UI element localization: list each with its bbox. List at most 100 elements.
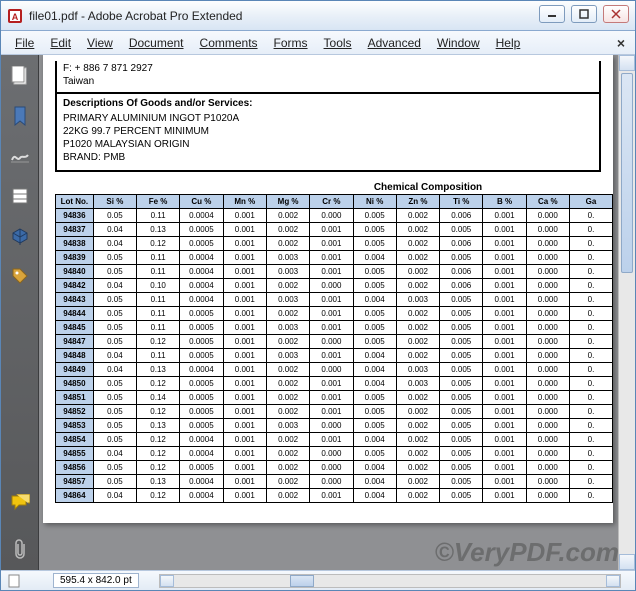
hscroll-right-arrow[interactable] [606, 575, 620, 587]
value-cell: 0.001 [310, 293, 353, 307]
table-row: 948400.050.110.00040.0010.0030.0010.0050… [56, 265, 613, 279]
value-cell: 0.002 [266, 475, 309, 489]
menu-view[interactable]: View [79, 34, 121, 52]
lot-cell: 94837 [56, 223, 94, 237]
vertical-scrollbar[interactable] [618, 55, 635, 570]
table-header: Fe % [136, 195, 179, 209]
value-cell: 0.002 [266, 447, 309, 461]
value-cell: 0.004 [353, 251, 396, 265]
menu-edit[interactable]: Edit [42, 34, 79, 52]
menu-tools[interactable]: Tools [316, 34, 360, 52]
value-cell: 0.001 [483, 405, 526, 419]
value-cell: 0. [569, 419, 612, 433]
value-cell: 0.0004 [180, 447, 223, 461]
attachment-icon[interactable] [9, 538, 31, 560]
menu-window[interactable]: Window [429, 34, 488, 52]
table-row: 948530.050.130.00050.0010.0030.0000.0050… [56, 419, 613, 433]
table-header: Lot No. [56, 195, 94, 209]
value-cell: 0.002 [396, 321, 439, 335]
value-cell: 0.0004 [180, 433, 223, 447]
model-tree-icon[interactable] [9, 225, 31, 247]
lot-cell: 94838 [56, 237, 94, 251]
value-cell: 0.05 [93, 433, 136, 447]
value-cell: 0.05 [93, 475, 136, 489]
value-cell: 0.001 [483, 349, 526, 363]
menu-document[interactable]: Document [121, 34, 192, 52]
value-cell: 0. [569, 349, 612, 363]
layers-icon[interactable] [9, 185, 31, 207]
lot-cell: 94848 [56, 349, 94, 363]
table-row: 948370.040.130.00050.0010.0020.0010.0050… [56, 223, 613, 237]
table-row: 948640.040.120.00040.0010.0020.0010.0040… [56, 489, 613, 503]
value-cell: 0.001 [223, 251, 266, 265]
scroll-down-arrow[interactable] [619, 554, 635, 570]
value-cell: 0.0004 [180, 363, 223, 377]
horizontal-scrollbar[interactable] [159, 574, 621, 588]
value-cell: 0.05 [93, 293, 136, 307]
value-cell: 0.000 [310, 335, 353, 349]
value-cell: 0.001 [483, 307, 526, 321]
value-cell: 0.0005 [180, 321, 223, 335]
lot-cell: 94855 [56, 447, 94, 461]
value-cell: 0.0005 [180, 307, 223, 321]
value-cell: 0.000 [526, 349, 569, 363]
value-cell: 0.001 [310, 251, 353, 265]
value-cell: 0.001 [310, 223, 353, 237]
value-cell: 0.04 [93, 349, 136, 363]
app-icon: A [7, 8, 23, 24]
page-nav-icon[interactable] [7, 574, 23, 588]
lot-cell: 94857 [56, 475, 94, 489]
signature-icon[interactable] [9, 145, 31, 167]
value-cell: 0. [569, 251, 612, 265]
value-cell: 0.0004 [180, 279, 223, 293]
value-cell: 0.005 [353, 223, 396, 237]
hscroll-left-arrow[interactable] [160, 575, 174, 587]
menu-help[interactable]: Help [488, 34, 529, 52]
value-cell: 0.0005 [180, 349, 223, 363]
menu-forms[interactable]: Forms [266, 34, 316, 52]
comments-panel-icon[interactable] [9, 492, 31, 514]
table-header: Ni % [353, 195, 396, 209]
workspace: F: + 886 7 871 2927 Taiwan Descriptions … [1, 55, 635, 570]
close-button[interactable] [603, 5, 629, 23]
value-cell: 0.005 [440, 363, 483, 377]
value-cell: 0.12 [136, 237, 179, 251]
value-cell: 0.004 [353, 377, 396, 391]
value-cell: 0.001 [223, 265, 266, 279]
value-cell: 0.000 [526, 405, 569, 419]
menu-file[interactable]: File [7, 34, 42, 52]
value-cell: 0. [569, 377, 612, 391]
pages-panel-icon[interactable] [9, 65, 31, 87]
bookmark-icon[interactable] [9, 105, 31, 127]
value-cell: 0.11 [136, 209, 179, 223]
minimize-button[interactable] [539, 5, 565, 23]
hscroll-thumb[interactable] [290, 575, 314, 587]
menu-advanced[interactable]: Advanced [360, 34, 429, 52]
value-cell: 0.005 [353, 391, 396, 405]
menu-comments[interactable]: Comments [192, 34, 266, 52]
value-cell: 0. [569, 391, 612, 405]
value-cell: 0.003 [266, 419, 309, 433]
value-cell: 0.003 [266, 265, 309, 279]
table-row: 948570.050.130.00040.0010.0020.0000.0040… [56, 475, 613, 489]
table-row: 948440.050.110.00050.0010.0020.0010.0050… [56, 307, 613, 321]
value-cell: 0.002 [266, 279, 309, 293]
value-cell: 0.005 [440, 489, 483, 503]
tag-icon[interactable] [9, 265, 31, 287]
table-row: 948520.050.120.00050.0010.0020.0010.0050… [56, 405, 613, 419]
scroll-thumb[interactable] [621, 73, 633, 273]
lot-cell: 94854 [56, 433, 94, 447]
table-header: Si % [93, 195, 136, 209]
scroll-up-arrow[interactable] [619, 55, 635, 71]
page-size-box[interactable]: 595.4 x 842.0 pt [53, 573, 139, 588]
maximize-button[interactable] [571, 5, 597, 23]
table-row: 948510.050.140.00050.0010.0020.0010.0050… [56, 391, 613, 405]
value-cell: 0.005 [353, 237, 396, 251]
close-document-button[interactable]: × [617, 35, 625, 51]
value-cell: 0.003 [396, 377, 439, 391]
value-cell: 0.002 [396, 237, 439, 251]
value-cell: 0.005 [440, 461, 483, 475]
value-cell: 0.006 [440, 237, 483, 251]
value-cell: 0.005 [440, 433, 483, 447]
value-cell: 0.001 [483, 377, 526, 391]
